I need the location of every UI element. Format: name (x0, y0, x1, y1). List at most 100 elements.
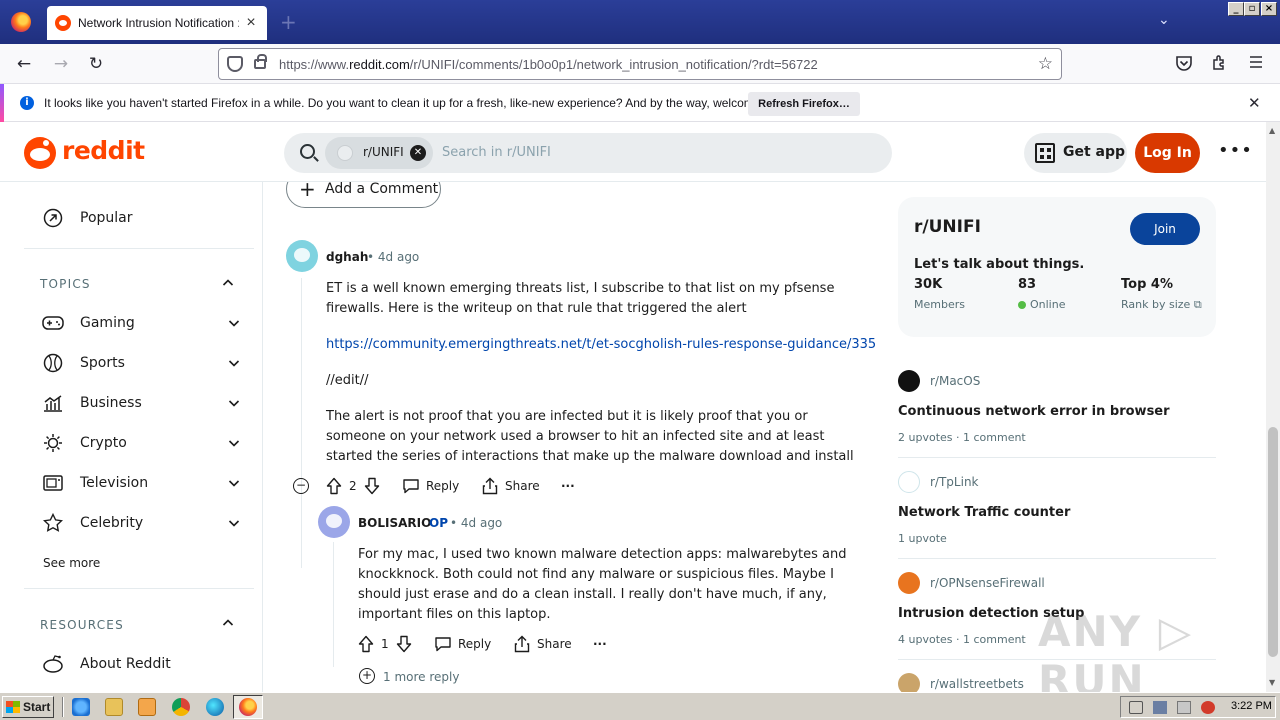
sidebar-item-business[interactable]: Business (40, 383, 240, 423)
login-button[interactable]: Log In (1135, 133, 1200, 173)
page-scrollbar[interactable]: ▲ ▼ (1266, 122, 1280, 692)
browser-tab[interactable]: Network Intrusion Notification : r/U × (47, 6, 267, 40)
search-bar[interactable]: r/UNIFI ✕ Search in r/UNIFI (284, 133, 892, 173)
more-options-icon[interactable]: ••• (1218, 140, 1253, 161)
chrome-icon[interactable] (172, 698, 190, 716)
chevron-down-icon[interactable] (228, 477, 240, 489)
comment-author[interactable]: dghah (326, 250, 368, 264)
sidebar-item-gaming[interactable]: Gaming (40, 303, 240, 343)
reload-icon[interactable]: ↻ (85, 53, 107, 75)
lock-icon[interactable] (254, 54, 267, 69)
bookmark-star-icon[interactable]: ☆ (1038, 54, 1053, 74)
extensions-icon[interactable] (1211, 54, 1229, 76)
chevron-down-icon[interactable] (228, 437, 240, 449)
url-text[interactable]: https://www.reddit.com/r/UNIFI/comments/… (279, 57, 818, 72)
chevron-down-icon[interactable] (228, 317, 240, 329)
reddit-wordmark[interactable]: reddit (62, 136, 145, 165)
collapse-thread-button[interactable]: − (293, 478, 309, 494)
see-more-link[interactable]: See more (43, 556, 100, 570)
forward-arrow-icon[interactable]: → (50, 53, 72, 75)
thread-line[interactable] (301, 278, 302, 568)
share-button[interactable]: Share (481, 476, 540, 496)
macos-subreddit-icon (898, 370, 920, 392)
tracking-shield-icon[interactable] (227, 56, 243, 72)
chip-remove-icon[interactable]: ✕ (410, 145, 426, 161)
related-post-subreddit[interactable]: r/OPNsenseFirewall (930, 576, 1045, 590)
menu-hamburger-icon[interactable] (1248, 54, 1264, 74)
window-close-button[interactable]: × (1261, 2, 1277, 16)
security-alert-icon[interactable] (1201, 701, 1215, 714)
scrollbar-thumb[interactable] (1268, 427, 1278, 657)
ie-icon[interactable] (72, 698, 90, 716)
edge-icon[interactable] (206, 698, 224, 716)
new-tab-button[interactable]: + (280, 10, 297, 34)
resources-heading[interactable]: RESOURCES (40, 618, 124, 632)
refresh-firefox-button[interactable]: Refresh Firefox… (748, 92, 860, 116)
search-input[interactable]: Search in r/UNIFI (442, 145, 551, 160)
related-post[interactable]: r/TpLink Network Traffic counter 1 upvot… (898, 471, 1216, 561)
sidebar-item-popular[interactable]: Popular (40, 198, 240, 238)
more-replies-link[interactable]: 1 more reply (383, 670, 459, 684)
network-icon[interactable] (1153, 701, 1167, 714)
related-post-subreddit[interactable]: r/wallstreetbets (930, 677, 1024, 691)
add-comment-button[interactable]: + Add a Comment (286, 182, 441, 208)
scroll-down-icon[interactable]: ▼ (1269, 678, 1275, 687)
chevron-down-icon[interactable] (228, 357, 240, 369)
refresh-notification-bar: i It looks like you haven't started Fire… (0, 84, 1280, 122)
sidebar-item-sports[interactable]: Sports (40, 343, 240, 383)
avatar[interactable] (286, 240, 318, 272)
get-app-button[interactable]: Get app (1024, 133, 1127, 173)
minimize-button[interactable]: _ (1228, 2, 1244, 16)
avatar[interactable] (318, 506, 350, 538)
sidebar-item-about[interactable]: About Reddit (40, 644, 240, 684)
share-button[interactable]: Share (513, 634, 572, 654)
upvote-icon[interactable] (357, 635, 375, 653)
subreddit-search-chip[interactable]: r/UNIFI ✕ (325, 137, 433, 169)
comment-more-button[interactable]: ··· (593, 634, 607, 654)
comment-link[interactable]: https://community.emergingthreats.net/t/… (326, 337, 876, 352)
device-icon[interactable] (1177, 701, 1191, 714)
comment-author[interactable]: BOLISARIO (358, 516, 431, 530)
firefox-taskbar-icon[interactable] (239, 698, 257, 716)
reddit-logo-icon[interactable] (24, 137, 56, 169)
media-player-icon[interactable] (138, 698, 156, 716)
related-post-title[interactable]: Network Traffic counter (898, 505, 1070, 520)
explorer-folder-icon[interactable] (105, 698, 123, 716)
rank-label[interactable]: Rank by size ⧉ (1121, 298, 1202, 312)
related-post-title[interactable]: Continuous network error in browser (898, 404, 1170, 419)
thread-line[interactable] (333, 542, 334, 667)
join-button[interactable]: Join (1130, 213, 1200, 245)
chevron-down-icon[interactable] (228, 397, 240, 409)
pocket-icon[interactable] (1175, 54, 1193, 76)
sidebar-item-celebrity[interactable]: Celebrity (40, 503, 240, 543)
subreddit-name[interactable]: r/UNIFI (914, 217, 981, 237)
online-dot-icon (1018, 301, 1026, 309)
chevron-up-icon[interactable] (222, 277, 234, 289)
expand-replies-icon[interactable]: + (359, 668, 375, 684)
firefox-icon[interactable] (11, 12, 31, 32)
tab-close-icon[interactable]: × (243, 14, 259, 32)
downvote-icon[interactable] (363, 477, 381, 495)
upvote-icon[interactable] (325, 477, 343, 495)
scroll-up-icon[interactable]: ▲ (1269, 126, 1275, 135)
notification-close-icon[interactable]: ✕ (1248, 94, 1261, 112)
volume-icon[interactable] (1129, 701, 1143, 714)
related-post-subreddit[interactable]: r/MacOS (930, 374, 980, 388)
reply-button[interactable]: Reply (402, 476, 459, 496)
chevron-up-icon[interactable] (222, 617, 234, 629)
reply-button[interactable]: Reply (434, 634, 491, 654)
back-arrow-icon[interactable]: ← (13, 53, 35, 75)
restore-button[interactable]: ▫ (1244, 2, 1260, 16)
tab-list-chevron-icon[interactable]: ⌄ (1158, 12, 1170, 28)
related-post-subreddit[interactable]: r/TpLink (930, 475, 979, 489)
chevron-down-icon[interactable] (228, 517, 240, 529)
start-button[interactable]: Start (2, 696, 54, 718)
downvote-icon[interactable] (395, 635, 413, 653)
topics-heading[interactable]: TOPICS (40, 277, 91, 291)
sidebar-item-television[interactable]: Television (40, 463, 240, 503)
comment-more-button[interactable]: ··· (561, 476, 575, 496)
related-post[interactable]: r/MacOS Continuous network error in brow… (898, 370, 1216, 460)
sidebar-item-crypto[interactable]: Crypto (40, 423, 240, 463)
url-bar[interactable]: https://www.reddit.com/r/UNIFI/comments/… (218, 48, 1062, 80)
clock[interactable]: 3:22 PM (1231, 700, 1272, 712)
